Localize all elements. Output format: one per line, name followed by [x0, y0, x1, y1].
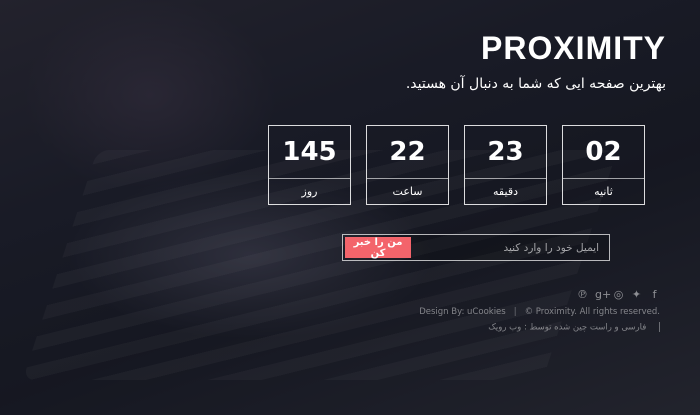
countdown-hours: 22 ساعت	[366, 125, 449, 205]
countdown-days-label: روز	[301, 185, 318, 198]
twitter-icon[interactable]: ✦	[631, 289, 642, 301]
countdown-hours-label: ساعت	[392, 185, 423, 198]
copyright-text: © Proximity. All rights reserved.	[524, 307, 660, 317]
countdown-hours-value: 22	[367, 126, 448, 179]
notify-me-button[interactable]: من را خبر کن	[345, 237, 411, 259]
countdown-minutes: 23 دقیقه	[464, 125, 547, 205]
facebook-icon[interactable]: f	[649, 289, 660, 301]
footer-separator: |	[513, 307, 517, 317]
countdown-seconds-value: 02	[563, 126, 644, 179]
countdown-days-value: 145	[269, 126, 350, 179]
countdown-seconds-label: ثانیه	[594, 185, 613, 198]
countdown: 145 روز 22 ساعت 23 دقیقه 02 ثانیه	[268, 125, 645, 205]
countdown-minutes-label: دقیقه	[493, 185, 518, 198]
social-links: ℗ g+ ◎ ✦ f	[577, 289, 660, 301]
footer-localization: فارسی و راست چین شده توسط : وب رویک	[488, 322, 660, 333]
google-plus-icon[interactable]: g+	[595, 289, 611, 301]
footer-divider	[659, 322, 660, 332]
countdown-minutes-value: 23	[465, 126, 546, 179]
countdown-seconds: 02 ثانیه	[562, 125, 645, 205]
footer-credits: Design By: uCookies | © Proximity. All r…	[419, 307, 660, 317]
pinterest-icon[interactable]: ℗	[577, 289, 588, 301]
design-credit-link[interactable]: Design By: uCookies	[419, 307, 506, 317]
countdown-days: 145 روز	[268, 125, 351, 205]
email-input[interactable]	[409, 235, 609, 260]
page-title: PROXIMITY	[480, 30, 666, 66]
tagline: بهترین صفحه ایی که شما به دنبال آن هستید…	[405, 76, 666, 92]
subscribe-form: من را خبر کن	[342, 234, 610, 261]
dribbble-icon[interactable]: ◎	[613, 289, 624, 301]
localization-credit-link[interactable]: فارسی و راست چین شده توسط : وب رویک	[488, 323, 646, 333]
